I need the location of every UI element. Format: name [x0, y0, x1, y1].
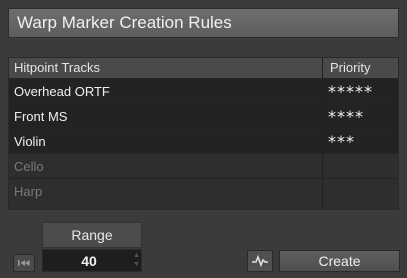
- range-value: 40: [81, 253, 97, 269]
- table-header: Hitpoint Tracks Priority: [9, 58, 398, 79]
- priority-stars[interactable]: *****: [328, 82, 373, 101]
- track-name: Front MS: [14, 109, 68, 124]
- warp-marker-panel: Warp Marker Creation Rules Hitpoint Trac…: [0, 0, 407, 278]
- track-name: Cello: [14, 159, 44, 174]
- track-name: Harp: [14, 184, 43, 199]
- table-row[interactable]: Overhead ORTF *****: [9, 79, 398, 104]
- column-header-priority[interactable]: Priority: [330, 60, 370, 75]
- table-row[interactable]: Cello: [9, 154, 398, 179]
- hitpoint-tracks-table: Hitpoint Tracks Priority Overhead ORTF *…: [8, 57, 399, 210]
- range-label-box: Range: [42, 222, 142, 248]
- create-button[interactable]: Create: [279, 250, 400, 272]
- title-bar: Warp Marker Creation Rules: [8, 8, 399, 38]
- waveform-button[interactable]: [247, 250, 273, 272]
- track-name: Violin: [14, 134, 46, 149]
- table-row[interactable]: Violin ***: [9, 129, 398, 154]
- column-divider: [322, 58, 323, 209]
- range-value-field[interactable]: 40 ▲ ▼: [42, 249, 142, 272]
- track-name: Overhead ORTF: [14, 84, 110, 99]
- rewind-button[interactable]: [13, 254, 35, 272]
- table-row[interactable]: Front MS ****: [9, 104, 398, 129]
- table-row[interactable]: Harp: [9, 179, 398, 204]
- increment-icon[interactable]: ▲: [133, 252, 140, 260]
- waveform-icon: [252, 254, 268, 268]
- column-header-hitpoint-tracks[interactable]: Hitpoint Tracks: [14, 60, 100, 75]
- decrement-icon[interactable]: ▼: [133, 261, 140, 269]
- priority-stars[interactable]: ***: [328, 132, 355, 151]
- panel-title: Warp Marker Creation Rules: [17, 13, 232, 32]
- skip-to-start-icon: [18, 260, 30, 266]
- priority-stars[interactable]: ****: [328, 107, 364, 126]
- range-label: Range: [71, 227, 113, 243]
